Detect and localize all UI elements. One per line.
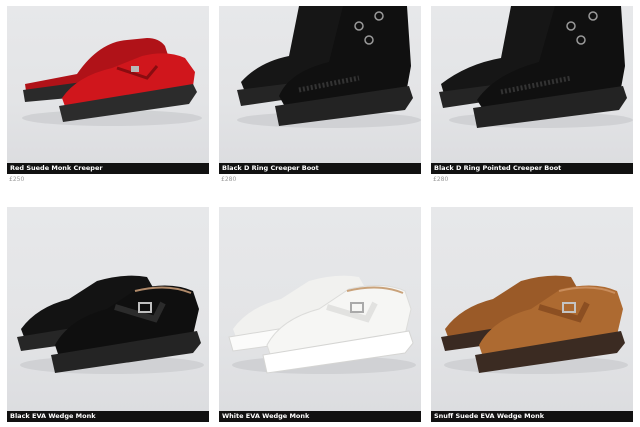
product-image[interactable] [431, 207, 633, 411]
product-image[interactable] [7, 207, 209, 411]
snuff-suede-eva-wedge-monk-icon [441, 275, 628, 374]
black-eva-wedge-monk-icon [17, 275, 204, 374]
white-eva-wedge-monk-icon [228, 275, 416, 374]
product-image[interactable] [431, 6, 633, 163]
product-title[interactable]: Snuff Suede EVA Wedge Monk [431, 411, 633, 422]
product-card[interactable]: Black D Ring Creeper Boot £280 [219, 6, 421, 186]
product-image[interactable] [219, 6, 421, 163]
red-suede-monk-creeper-icon [22, 38, 202, 126]
product-price: £280 [433, 176, 449, 183]
product-card[interactable]: Red Suede Monk Creeper £250 [7, 6, 209, 186]
product-title[interactable]: Black D Ring Pointed Creeper Boot [431, 163, 633, 174]
product-card[interactable]: White EVA Wedge Monk [219, 207, 421, 422]
product-title[interactable]: Red Suede Monk Creeper [7, 163, 209, 174]
product-card[interactable]: Black EVA Wedge Monk [7, 207, 209, 422]
product-title[interactable]: Black EVA Wedge Monk [7, 411, 209, 422]
product-card[interactable]: Black D Ring Pointed Creeper Boot £280 [431, 6, 633, 186]
product-image[interactable] [219, 207, 421, 411]
product-grid: Red Suede Monk Creeper £250 Black D Ring… [0, 0, 640, 427]
product-card[interactable]: Snuff Suede EVA Wedge Monk [431, 207, 633, 422]
product-title[interactable]: White EVA Wedge Monk [219, 411, 421, 422]
black-d-ring-creeper-boot-icon [237, 6, 421, 128]
product-title[interactable]: Black D Ring Creeper Boot [219, 163, 421, 174]
black-d-ring-pointed-creeper-boot-icon [439, 6, 633, 128]
product-price: £250 [9, 176, 25, 183]
product-price: £280 [221, 176, 237, 183]
product-image[interactable] [7, 6, 209, 163]
